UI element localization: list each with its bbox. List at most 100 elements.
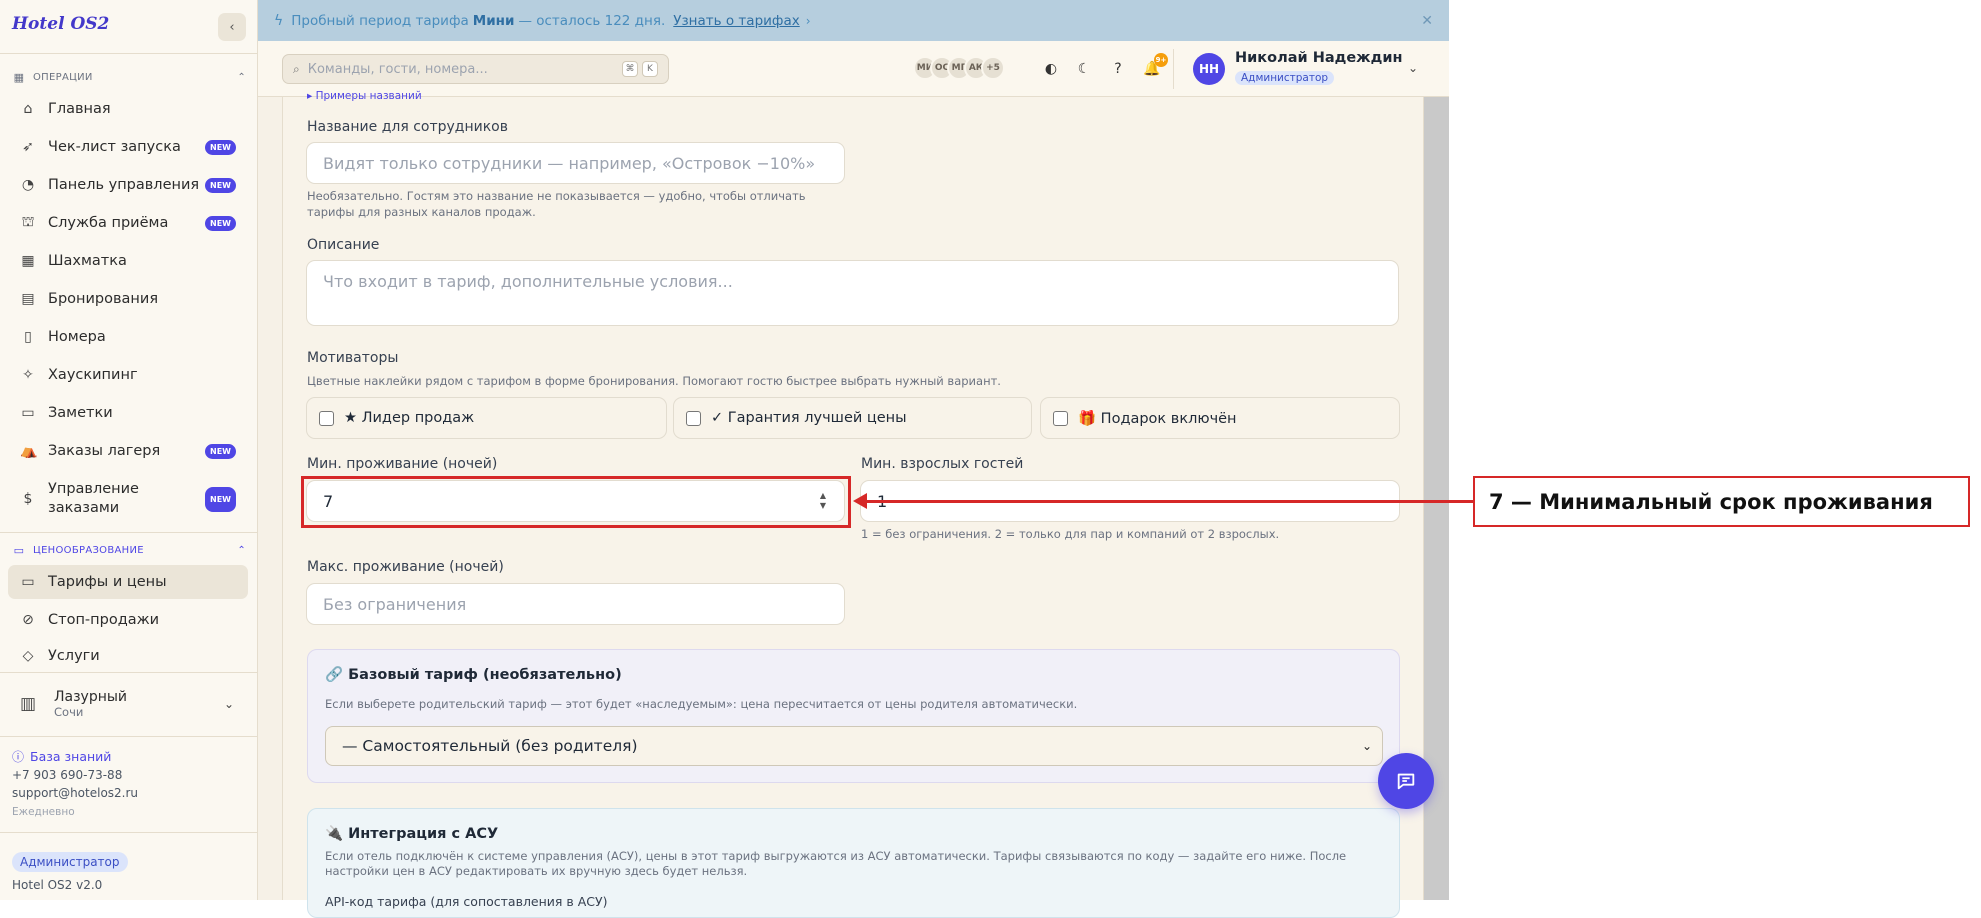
name-examples-toggle[interactable]: ▸ Примеры названий xyxy=(307,90,422,102)
checkbox[interactable] xyxy=(1053,410,1068,426)
section-pricing-header[interactable]: ▭ ЦЕНООБРАЗОВАНИЕ ⌃ xyxy=(12,543,246,557)
sidebar-item-chessboard[interactable]: ▦ Шахматка xyxy=(8,244,248,278)
sidebar-item-label: Главная xyxy=(48,101,111,117)
sidebar-item-rates[interactable]: ▭ Тарифы и цены xyxy=(8,565,248,599)
more-users-count[interactable]: +5 xyxy=(981,56,1005,80)
sidebar-item-housekeeping[interactable]: ✧ Хаускипинг xyxy=(8,358,248,392)
asu-code-label: API-код тарифа (для сопоставления в АСУ) xyxy=(325,894,608,909)
help-icon[interactable]: ? xyxy=(1105,56,1131,82)
support-schedule: Ежедневно xyxy=(12,806,75,818)
divider xyxy=(0,532,258,533)
lightning-icon: ϟ xyxy=(274,12,284,29)
description-textarea[interactable]: Что входит в тариф, дополнительные услов… xyxy=(306,260,1399,326)
gauge-icon: ◔ xyxy=(21,177,35,193)
max-stay-label: Макс. проживание (ночей) xyxy=(307,559,504,575)
divider xyxy=(0,672,258,673)
online-users[interactable]: МИ ОС МГ АК +5 xyxy=(913,56,1005,80)
sidebar-item-home[interactable]: ⌂ Главная xyxy=(8,92,248,126)
asu-help: Если отель подключён к системе управлени… xyxy=(325,849,1347,878)
hotel-city: Сочи xyxy=(54,705,84,719)
support-email[interactable]: support@hotelos2.ru xyxy=(12,786,138,800)
note-icon: ▭ xyxy=(21,405,35,421)
sidebar-item-label: Чек-лист запуска xyxy=(48,139,181,155)
shortcut-cmd-key: ⌘ xyxy=(622,61,638,77)
min-adults-label: Мин. взрослых гостей xyxy=(861,456,1024,472)
description-placeholder: Что входит в тариф, дополнительные услов… xyxy=(323,272,733,291)
staff-name-input[interactable]: Видят только сотрудники — например, «Ост… xyxy=(306,142,845,184)
sidebar-item-bookings[interactable]: ▤ Бронирования xyxy=(8,282,248,316)
new-badge: NEW xyxy=(205,443,236,459)
user-avatar[interactable]: НН xyxy=(1193,53,1225,85)
sidebar-item-stop-sales[interactable]: ⊘ Стоп-продажи xyxy=(8,603,248,637)
sidebar-item-label: Тарифы и цены xyxy=(48,574,167,590)
divider xyxy=(0,53,258,54)
annotation-callout: 7 — Минимальный срок проживания xyxy=(1473,476,1970,527)
motivator-label: ★ Лидер продаж xyxy=(344,410,475,426)
sidebar-item-front-desk[interactable]: ⛫ Служба приёма NEW xyxy=(8,206,248,240)
chevron-down-icon: ⌄ xyxy=(1361,739,1372,753)
sidebar-item-camp-orders[interactable]: ⛺ Заказы лагеря NEW xyxy=(8,434,248,468)
bell-icon[interactable]: 🔔 9+ xyxy=(1139,53,1168,82)
divider xyxy=(1173,49,1174,89)
max-stay-placeholder: Без ограничения xyxy=(323,594,467,614)
arrow-line xyxy=(866,500,1473,503)
chat-button[interactable] xyxy=(1378,753,1434,809)
close-banner-icon[interactable]: ✕ xyxy=(1421,13,1433,29)
base-rate-section: 🔗 Базовый тариф (необязательно) Если выб… xyxy=(307,649,1400,783)
search-icon: ⌕ xyxy=(293,61,300,76)
sidebar-item-notes[interactable]: ▭ Заметки xyxy=(8,396,248,430)
motivator-best-price[interactable]: ✓ Гарантия лучшей цены xyxy=(673,397,1032,439)
sidebar-item-label: Стоп-продажи xyxy=(48,612,160,628)
motivator-gift[interactable]: 🎁 Подарок включён xyxy=(1040,397,1400,439)
section-operations-header[interactable]: ▦ ОПЕРАЦИИ ⌃ xyxy=(12,70,246,84)
motivator-bestseller[interactable]: ★ Лидер продаж xyxy=(306,397,667,439)
staff-name-label: Название для сотрудников xyxy=(307,119,508,135)
role-badge: Администратор xyxy=(12,852,128,872)
motivators-help: Цветные наклейки рядом с тарифом в форме… xyxy=(307,374,1001,388)
chat-icon xyxy=(1397,773,1415,790)
command-search-input[interactable]: ⌕ Команды, гости, номера... ⌘ K xyxy=(282,54,669,84)
sidebar-item-dashboard[interactable]: ◔ Панель управления NEW xyxy=(8,168,248,202)
door-icon: ▯ xyxy=(24,329,32,345)
moon-icon[interactable]: ☾ xyxy=(1071,56,1097,82)
grid-icon: ▦ xyxy=(13,70,25,84)
annotation-text: 7 — Минимальный срок проживания xyxy=(1489,489,1933,514)
new-badge: NEW xyxy=(205,486,236,512)
pricing-info-link[interactable]: Узнать о тарифах xyxy=(673,13,799,29)
sidebar-item-order-management[interactable]: $ Управление заказами NEW xyxy=(8,476,248,522)
user-role-badge: Администратор xyxy=(1235,71,1335,85)
sidebar: Hotel OS2 ‹ ▦ ОПЕРАЦИИ ⌃ ⌂ Главная ➶ Чек… xyxy=(0,0,258,900)
chevron-down-icon[interactable]: ⌄ xyxy=(1408,61,1418,75)
chevron-up-icon: ⌃ xyxy=(237,544,246,556)
support-phone[interactable]: +7 903 690-73-88 xyxy=(12,768,122,782)
search-placeholder: Команды, гости, номера... xyxy=(307,61,488,77)
base-rate-select[interactable]: — Самостоятельный (без родителя) ⌄ xyxy=(325,726,1383,766)
collapse-sidebar-button[interactable]: ‹ xyxy=(218,13,246,41)
arrow-head xyxy=(853,493,867,509)
sidebar-item-label: Бронирования xyxy=(48,291,159,307)
chevron-left-icon: ‹ xyxy=(229,19,235,35)
sidebar-item-services[interactable]: ◇ Услуги xyxy=(8,641,248,671)
section-label: ОПЕРАЦИИ xyxy=(33,71,93,83)
asu-integration-section: 🔌 Интеграция с АСУ Если отель подключён … xyxy=(307,808,1400,918)
sidebar-item-rooms[interactable]: ▯ Номера xyxy=(8,320,248,354)
brand-logo[interactable]: Hotel OS2 xyxy=(12,14,109,34)
home-icon: ⌂ xyxy=(23,101,33,117)
max-stay-input[interactable]: Без ограничения xyxy=(306,583,845,625)
sidebar-item-label: Панель управления xyxy=(48,177,200,193)
chevron-right-icon: › xyxy=(805,13,811,28)
user-name[interactable]: Николай Надеждин xyxy=(1235,50,1403,66)
sidebar-item-launch-checklist[interactable]: ➶ Чек-лист запуска NEW xyxy=(8,130,248,164)
checkbox[interactable] xyxy=(686,410,701,426)
sidebar-item-label: Управление заказами xyxy=(48,481,139,516)
sparkles-icon: ✧ xyxy=(22,367,34,383)
knowledge-base-link[interactable]: ⓘ База знаний xyxy=(12,748,111,765)
banner-plan: Мини xyxy=(472,12,515,29)
credit-card-icon: ▭ xyxy=(21,574,35,590)
knowledge-base-label: База знаний xyxy=(30,749,112,764)
checkbox[interactable] xyxy=(319,410,334,426)
sidebar-item-label: Шахматка xyxy=(48,253,127,269)
hotel-selector[interactable]: ▥ Лазурный Сочи ⌄ xyxy=(8,680,248,728)
app-version: Hotel OS2 v2.0 xyxy=(12,878,103,892)
palette-icon[interactable]: ◐ xyxy=(1038,56,1064,82)
